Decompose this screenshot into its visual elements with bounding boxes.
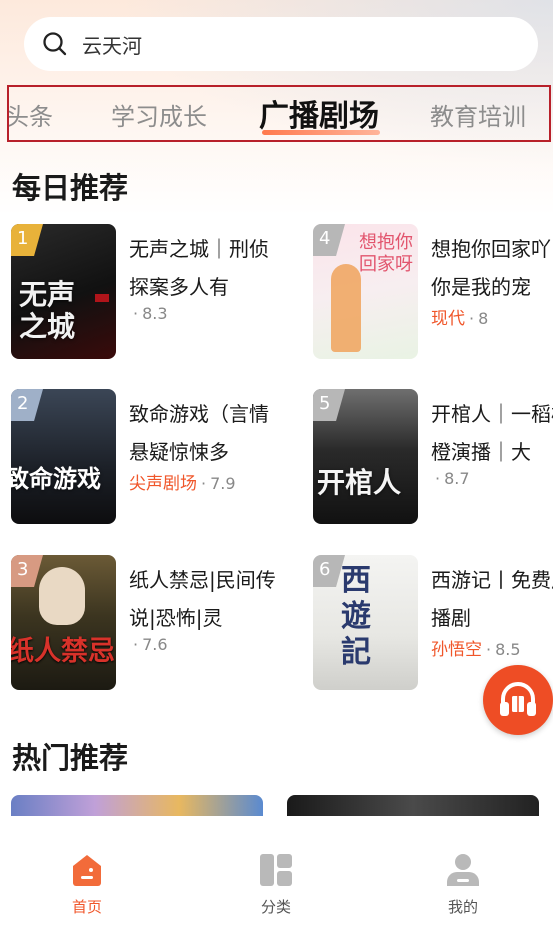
item-score: 8.3 bbox=[142, 304, 168, 323]
item-title: 无声之城｜刑侦探案多人有 bbox=[129, 237, 269, 299]
headphones-icon bbox=[500, 682, 536, 716]
list-item[interactable]: 开棺人 5 开棺人｜一稻橙橙演播｜大 ·8.7 bbox=[313, 389, 553, 529]
list-item[interactable]: 致命游戏 2 致命游戏（言情悬疑惊悚多 尖声剧场 · 7.9 bbox=[11, 389, 281, 529]
item-meta: · 8.7 bbox=[435, 469, 470, 488]
home-icon bbox=[73, 855, 101, 886]
search-input[interactable]: 云天河 bbox=[82, 30, 142, 59]
bottom-navigation: 首页 分类 我的 bbox=[0, 816, 553, 945]
search-icon bbox=[43, 32, 67, 56]
daily-recommend-title: 每日推荐 bbox=[12, 171, 129, 205]
item-score: 7.6 bbox=[142, 635, 168, 654]
search-bar[interactable]: 云天河 bbox=[24, 17, 538, 71]
category-tabs: 头条 学习成长 广播剧场 教育培训 bbox=[7, 85, 551, 142]
item-title: 西游记丨免费广播剧 bbox=[431, 568, 553, 630]
listen-fab-button[interactable] bbox=[483, 665, 553, 735]
item-title: 致命游戏（言情悬疑惊悚多 bbox=[129, 402, 269, 464]
item-score: 8.7 bbox=[444, 469, 470, 488]
tab-radio-drama[interactable]: 广播剧场 bbox=[259, 91, 379, 135]
nav-profile[interactable]: 我的 bbox=[423, 852, 503, 917]
list-item[interactable]: 想抱你回家呀 4 想抱你回家吖 | 你是我的宠 现代 · 8 bbox=[313, 224, 553, 364]
profile-icon bbox=[447, 854, 479, 886]
item-title: 开棺人｜一稻橙橙演播｜大 bbox=[431, 402, 553, 464]
list-item[interactable]: 纸人禁忌 3 纸人禁忌|民间传说|恐怖|灵 · 7.6 bbox=[11, 555, 281, 695]
nav-home[interactable]: 首页 bbox=[47, 852, 127, 917]
tab-headlines[interactable]: 头条 bbox=[9, 97, 53, 132]
category-icon bbox=[260, 854, 292, 886]
list-item[interactable]: 无声之城 1 无声之城｜刑侦探案多人有 · 8.3 bbox=[11, 224, 281, 364]
item-title: 想抱你回家吖 | 你是我的宠 bbox=[431, 237, 553, 299]
item-score: 8 bbox=[478, 309, 489, 328]
hot-recommend-title: 热门推荐 bbox=[12, 741, 129, 775]
item-meta: · 8.3 bbox=[133, 304, 168, 323]
item-meta: 现代 · 8 bbox=[431, 309, 489, 329]
item-title: 纸人禁忌|民间传说|恐怖|灵 bbox=[129, 568, 276, 630]
item-score: 8.5 bbox=[495, 640, 521, 659]
tab-education-training[interactable]: 教育培训 bbox=[430, 97, 526, 132]
tab-learning-growth[interactable]: 学习成长 bbox=[111, 97, 207, 132]
nav-category[interactable]: 分类 bbox=[236, 852, 316, 917]
item-score: 7.9 bbox=[210, 474, 236, 493]
item-meta: · 7.6 bbox=[133, 635, 168, 654]
item-meta: 尖声剧场 · 7.9 bbox=[129, 474, 236, 494]
item-meta: 孙悟空 · 8.5 bbox=[431, 640, 521, 660]
active-tab-indicator bbox=[262, 130, 380, 135]
